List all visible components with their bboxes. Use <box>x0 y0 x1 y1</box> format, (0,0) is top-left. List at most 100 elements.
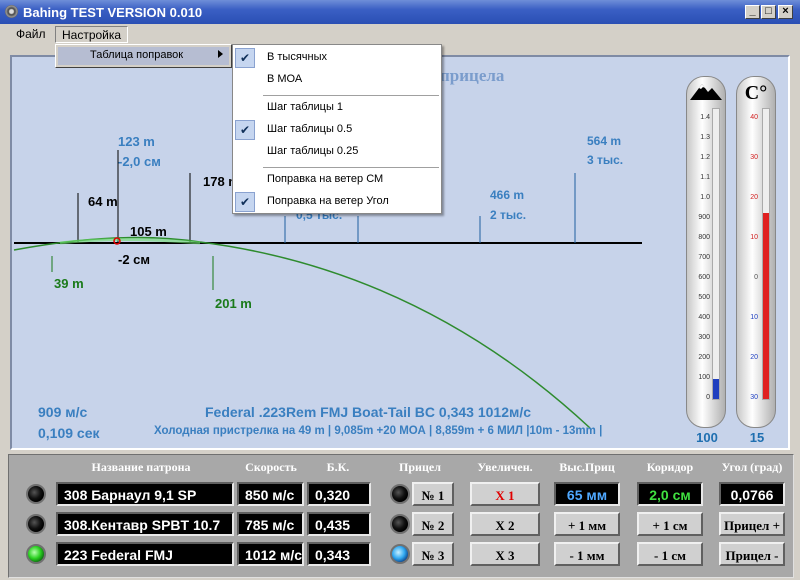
label-123m: 123 m <box>118 134 155 149</box>
label-105m-correction: -2 см <box>118 252 151 267</box>
temperature-tick-label: 20 <box>750 354 758 361</box>
zoom-x3-button[interactable]: X 3 <box>470 542 540 566</box>
label-201m: 201 m <box>215 296 252 311</box>
cartridge-name-1[interactable]: 308 Барнаул 9,1 SP <box>56 482 234 506</box>
menu-item-moa[interactable]: В МОА <box>233 69 441 91</box>
correction-options-menu: ✔ В тысячных В МОА Шаг таблицы 1 ✔ Шаг т… <box>232 44 442 214</box>
label-466m: 466 m <box>490 188 525 202</box>
altitude-fill <box>713 378 719 399</box>
menu-separator <box>263 167 439 168</box>
temperature-tick-label: 40 <box>750 114 758 121</box>
altitude-tick-label: 400 <box>698 314 710 321</box>
altitude-tick-label: 300 <box>698 334 710 341</box>
cartridge-bc-1[interactable]: 0,320 <box>307 482 371 506</box>
cartridge-bc-2[interactable]: 0,435 <box>307 512 371 536</box>
cartridge-speed-2[interactable]: 785 м/с <box>237 512 304 536</box>
temperature-value: 15 <box>749 430 765 445</box>
scope-3-button[interactable]: № 3 <box>412 542 454 566</box>
scope-minus-button[interactable]: Прицел - <box>719 542 785 566</box>
temperature-tick-label: 30 <box>750 394 758 401</box>
temperature-unit: C° <box>744 82 768 104</box>
submenu-correction-table[interactable]: Таблица поправок <box>55 44 232 68</box>
temperature-tick-label: 10 <box>750 234 758 241</box>
altitude-tick-label: 800 <box>698 234 710 241</box>
cartridge-bc-3[interactable]: 0,343 <box>307 542 371 566</box>
panel-title: прицела <box>440 66 505 85</box>
temperature-tick-label: 10 <box>750 314 758 321</box>
label-105m: 105 m <box>130 224 167 239</box>
altitude-tick-label: 1.0 <box>700 194 710 201</box>
label-564m-mils: 3 тыс. <box>587 153 624 167</box>
temperature-gauge <box>736 76 776 428</box>
cartridge-name-3[interactable]: 223 Federal FMJ <box>56 542 234 566</box>
zoom-x1-button[interactable]: X 1 <box>470 482 540 506</box>
velocity-readout: 909 м/с <box>38 404 88 420</box>
label-564m: 564 m <box>587 134 622 148</box>
header-scope: Прицел <box>399 460 441 474</box>
submenu-label: Таблица поправок <box>90 49 184 61</box>
label-64m: 64 m <box>88 194 118 209</box>
corridor-minus-button[interactable]: - 1 см <box>637 542 703 566</box>
altitude-tick-label: 700 <box>698 254 710 261</box>
cartridge-select-led-3[interactable] <box>26 544 46 564</box>
check-icon: ✔ <box>235 192 255 212</box>
header-scope-height: Выс.Приц <box>559 460 615 474</box>
header-bc: Б.К. <box>326 460 350 474</box>
scope-select-led-1[interactable] <box>390 484 410 504</box>
label-466m-mils: 2 тыс. <box>490 208 527 222</box>
temperature-fill <box>763 213 769 399</box>
trajectory-curve <box>13 236 591 429</box>
submenu-arrow-icon <box>218 50 223 58</box>
scope-select-led-2[interactable] <box>390 514 410 534</box>
altitude-tick-label: 200 <box>698 354 710 361</box>
cartridge-info: Federal .223Rem FMJ Boat-Tail BC 0,343 1… <box>205 404 532 420</box>
scope-height-value[interactable]: 65 мм <box>554 482 620 506</box>
altitude-tick-label: 1.2 <box>700 154 710 161</box>
menu-item-step-0-5[interactable]: ✔ Шаг таблицы 0.5 <box>233 119 441 141</box>
altitude-tick-label: 0 <box>706 394 710 401</box>
menu-item-step-0-25[interactable]: Шаг таблицы 0.25 <box>233 141 441 163</box>
scope-height-minus-button[interactable]: - 1 мм <box>554 542 620 566</box>
menu-item-wind-cm[interactable]: Поправка на ветер СМ <box>233 169 441 191</box>
altitude-value: 100 <box>696 430 718 445</box>
menu-item-mils[interactable]: ✔ В тысячных <box>233 47 441 69</box>
header-corridor: Коридор <box>646 460 694 474</box>
cartridge-speed-1[interactable]: 850 м/с <box>237 482 304 506</box>
check-icon: ✔ <box>235 120 255 140</box>
scope-2-button[interactable]: № 2 <box>412 512 454 536</box>
mountain-icon <box>690 84 722 100</box>
cartridge-speed-3[interactable]: 1012 м/с <box>237 542 304 566</box>
label-123m-correction: -2,0 см <box>118 154 161 169</box>
altitude-tick-label: 1.3 <box>700 134 710 141</box>
scope-height-plus-button[interactable]: + 1 мм <box>554 512 620 536</box>
scope-select-led-3[interactable] <box>390 544 410 564</box>
altitude-tick-label: 500 <box>698 294 710 301</box>
label-39m: 39 m <box>54 276 84 291</box>
menu-item-step-1[interactable]: Шаг таблицы 1 <box>233 97 441 119</box>
scope-plus-button[interactable]: Прицел + <box>719 512 785 536</box>
check-icon: ✔ <box>235 48 255 68</box>
altitude-tick-label: 1.1 <box>700 174 710 181</box>
menu-separator <box>263 95 439 96</box>
temperature-tick-label: 20 <box>750 194 758 201</box>
corridor-plus-button[interactable]: + 1 см <box>637 512 703 536</box>
cartridge-name-2[interactable]: 308.Кентавр SPBT 10.7 <box>56 512 234 536</box>
angle-value[interactable]: 0,0766 <box>719 482 785 506</box>
header-speed: Скорость <box>245 460 297 474</box>
cartridge-select-led-1[interactable] <box>26 484 46 504</box>
altitude-tick-label: 1.4 <box>700 114 710 121</box>
cartridge-select-led-2[interactable] <box>26 514 46 534</box>
header-angle: Угол (град) <box>721 460 783 474</box>
altitude-tick-label: 100 <box>698 374 710 381</box>
zoom-x2-button[interactable]: X 2 <box>470 512 540 536</box>
altitude-tube <box>712 108 720 400</box>
temperature-tube <box>762 108 770 400</box>
menu-item-wind-angle[interactable]: ✔ Поправка на ветер Угол <box>233 191 441 213</box>
header-zoom: Увеличен. <box>477 460 533 474</box>
corridor-value[interactable]: 2,0 см <box>637 482 703 506</box>
temperature-tick-label: 0 <box>754 274 758 281</box>
altitude-tick-label: 600 <box>698 274 710 281</box>
altitude-tick-label: 900 <box>698 214 710 221</box>
temperature-tick-label: 30 <box>750 154 758 161</box>
scope-1-button[interactable]: № 1 <box>412 482 454 506</box>
